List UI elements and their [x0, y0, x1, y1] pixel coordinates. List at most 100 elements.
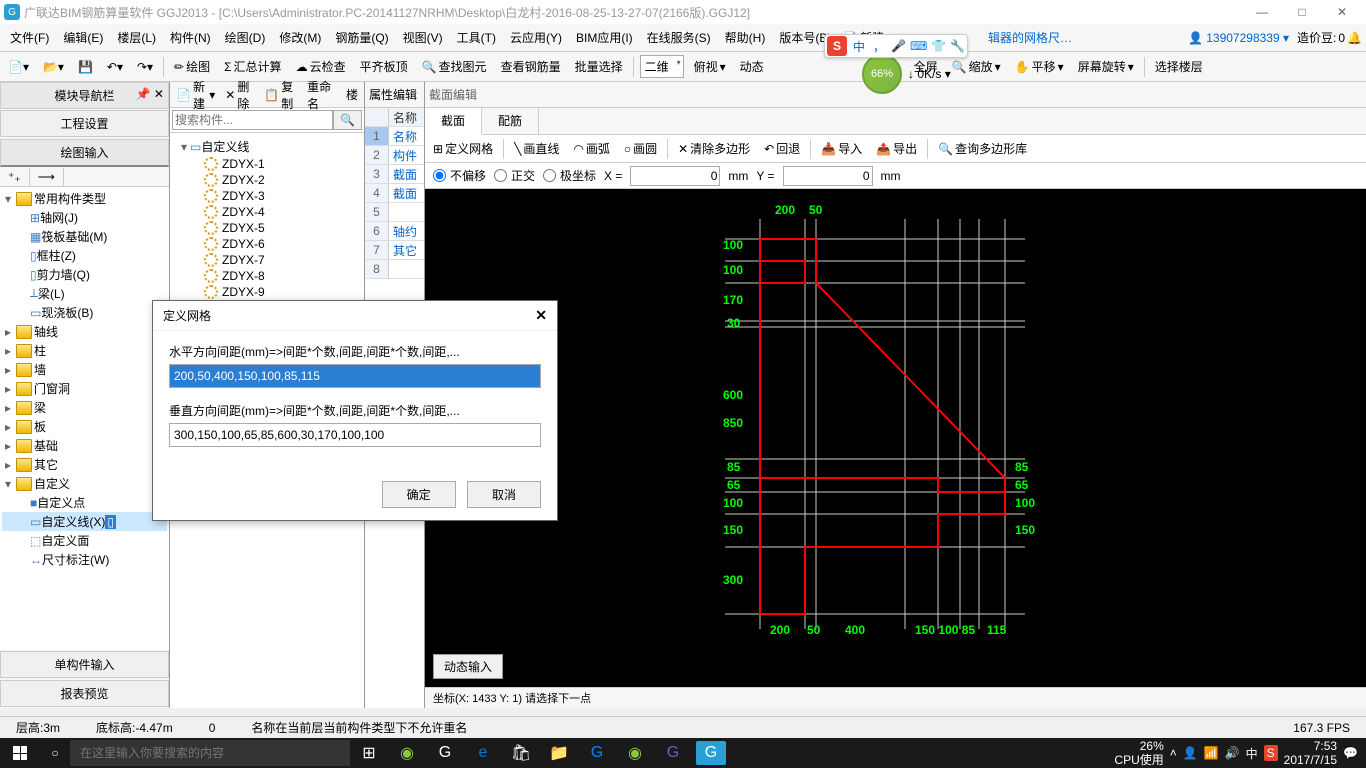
canvas-viewport[interactable]: 20050 100100 17030 600850 8565 100150 30… — [425, 189, 1366, 687]
speed-circle[interactable]: 66% — [862, 54, 902, 94]
tree-item[interactable]: ⬚ 自定义面 — [2, 531, 167, 550]
search-input[interactable] — [172, 110, 333, 130]
tray-up-icon[interactable]: ˄ — [1170, 746, 1177, 760]
open-button[interactable]: 📂▾ — [39, 58, 68, 76]
zoom-button[interactable]: 🔍 缩放▾ — [948, 56, 1005, 77]
comp-item[interactable]: ZDYX-6 — [174, 236, 360, 252]
report-preview-button[interactable]: 报表预览 — [0, 680, 169, 707]
import-button[interactable]: 📥 导入 — [817, 138, 866, 159]
project-settings-button[interactable]: 工程设置 — [0, 110, 169, 137]
task-app-icon[interactable]: G — [578, 738, 616, 768]
comp-item[interactable]: ZDYX-2 — [174, 172, 360, 188]
menu-modify[interactable]: 修改(M) — [273, 25, 327, 50]
comp-root[interactable]: ▾ ▭ 自定义线 — [174, 137, 360, 156]
tree-item[interactable]: ↔ 尺寸标注(W) — [2, 550, 167, 569]
radio-ortho[interactable]: 正交 — [494, 167, 535, 184]
user-id[interactable]: 👤 13907298339 ▾ — [1188, 31, 1289, 45]
prop-cell[interactable]: 其它 — [389, 241, 424, 259]
redo-button[interactable]: ↷▾ — [133, 58, 157, 76]
export-button[interactable]: 📤 导出 — [872, 138, 921, 159]
v-spacing-input[interactable] — [169, 423, 541, 447]
tree-folder[interactable]: ▸柱 — [2, 341, 167, 360]
menu-cloud[interactable]: 云应用(Y) — [504, 25, 568, 50]
tree-common[interactable]: ▾常用构件类型 — [2, 189, 167, 208]
select-floor-button[interactable]: 选择楼层 — [1151, 56, 1207, 77]
menu-edit[interactable]: 编辑(E) — [57, 25, 109, 50]
draw-arc-button[interactable]: ◠ 画弧 — [569, 138, 614, 159]
draw-input-button[interactable]: 绘图输入 — [0, 139, 169, 167]
task-app-icon[interactable]: G — [654, 738, 692, 768]
draw-line-button[interactable]: ╲ 画直线 — [510, 138, 563, 159]
nav-tab-1[interactable]: ⁺₊ — [0, 168, 30, 186]
tree-folder[interactable]: ▸轴线 — [2, 322, 167, 341]
nav-tab-2[interactable]: ⟶ — [30, 168, 64, 186]
menu-floor[interactable]: 楼层(L) — [111, 25, 162, 50]
tree-folder[interactable]: ▸其它 — [2, 455, 167, 474]
radio-no-offset[interactable]: 不偏移 — [433, 167, 486, 184]
ime-toolbar[interactable]: S 中 ， 🎤 ⌨ 👕 🔧 — [824, 34, 968, 58]
query-poly-button[interactable]: 🔍 查询多边形库 — [934, 138, 1031, 159]
cpu-usage[interactable]: 26%CPU使用 — [1114, 739, 1163, 768]
mic-icon[interactable]: 🎤 — [891, 39, 906, 53]
menu-tools[interactable]: 工具(T) — [451, 25, 502, 50]
menu-file[interactable]: 文件(F) — [4, 25, 55, 50]
tree-item-selected[interactable]: ▭ 自定义线(X) ▯ — [2, 512, 167, 531]
ime-mode[interactable]: 中 — [851, 38, 867, 55]
menu-rebar[interactable]: 钢筋量(Q) — [329, 25, 394, 50]
prop-cell[interactable]: 截面 — [389, 184, 424, 202]
dyn-button[interactable]: 动态 — [736, 56, 768, 77]
tree-item[interactable]: ⟂ 梁(L) — [2, 284, 167, 303]
sogou-icon[interactable]: S — [827, 36, 847, 56]
menu-component[interactable]: 构件(N) — [164, 25, 217, 50]
new-doc-button[interactable]: 📄▾ — [4, 58, 33, 76]
cloud-check-button[interactable]: ☁ 云检查 — [292, 56, 350, 77]
store-icon[interactable]: 🛍 — [502, 738, 540, 768]
task-app-icon[interactable]: ◉ — [616, 738, 654, 768]
prop-cell[interactable]: 轴约 — [389, 222, 424, 240]
prop-cell[interactable]: 构件 — [389, 146, 424, 164]
topview-button[interactable]: 俯视▾ — [690, 56, 730, 77]
prop-cell[interactable] — [389, 260, 424, 278]
menu-view[interactable]: 视图(V) — [397, 25, 449, 50]
undo-button[interactable]: ↶▾ — [103, 58, 127, 76]
dim-combo[interactable]: 二维 — [640, 55, 684, 78]
tray-volume-icon[interactable]: 🔊 — [1225, 746, 1240, 760]
draw-circle-button[interactable]: ○ 画圆 — [620, 138, 661, 159]
rotate-button[interactable]: 屏幕旋转▾ — [1074, 56, 1138, 77]
cortana-button[interactable]: ○ — [40, 746, 70, 760]
ime-punct[interactable]: ， — [871, 38, 887, 55]
tree-item[interactable]: ■ 自定义点 — [2, 493, 167, 512]
comp-item[interactable]: ZDYX-7 — [174, 252, 360, 268]
task-app-icon[interactable]: G — [426, 738, 464, 768]
toolbox-icon[interactable]: 🔧 — [950, 39, 965, 53]
menu-online[interactable]: 在线服务(S) — [641, 25, 717, 50]
tree-folder[interactable]: ▸梁 — [2, 398, 167, 417]
search-button[interactable]: 🔍 — [333, 110, 362, 130]
tab-section[interactable]: 截面 — [425, 108, 482, 135]
ok-button[interactable]: 确定 — [382, 481, 456, 508]
tree-folder[interactable]: ▸板 — [2, 417, 167, 436]
tree-item[interactable]: ▭ 现浇板(B) — [2, 303, 167, 322]
undo-poly-button[interactable]: ↶ 回退 — [760, 138, 804, 159]
drawing-canvas[interactable]: 20050 100100 17030 600850 8565 100150 30… — [425, 189, 1365, 659]
edge-icon[interactable]: e — [464, 738, 502, 768]
tree-item[interactable]: ▦ 筏板基础(M) — [2, 227, 167, 246]
flat-top-button[interactable]: 平齐板顶 — [356, 56, 412, 77]
tree-folder[interactable]: ▸基础 — [2, 436, 167, 455]
tree-item[interactable]: ▯ 剪力墙(Q) — [2, 265, 167, 284]
dialog-close-button[interactable]: ✕ — [535, 307, 547, 324]
tray-ime[interactable]: 中 — [1246, 745, 1258, 762]
tab-rebar[interactable]: 配筋 — [482, 108, 539, 134]
menu-help[interactable]: 帮助(H) — [719, 25, 772, 50]
tree-item[interactable]: ⊞ 轴网(J) — [2, 208, 167, 227]
nav-tree[interactable]: ▾常用构件类型 ⊞ 轴网(J) ▦ 筏板基础(M) ▯ 框柱(Z) ▯ 剪力墙(… — [0, 187, 169, 650]
y-input[interactable] — [783, 166, 873, 186]
tree-folder[interactable]: ▸门窗洞 — [2, 379, 167, 398]
prop-cell[interactable]: 截面 — [389, 165, 424, 183]
single-input-button[interactable]: 单构件输入 — [0, 651, 169, 678]
start-button[interactable] — [0, 738, 40, 768]
menu-draw[interactable]: 绘图(D) — [219, 25, 272, 50]
task-view-icon[interactable]: ⊞ — [350, 738, 388, 768]
comp-item[interactable]: ZDYX-1 — [174, 156, 360, 172]
x-input[interactable] — [630, 166, 720, 186]
